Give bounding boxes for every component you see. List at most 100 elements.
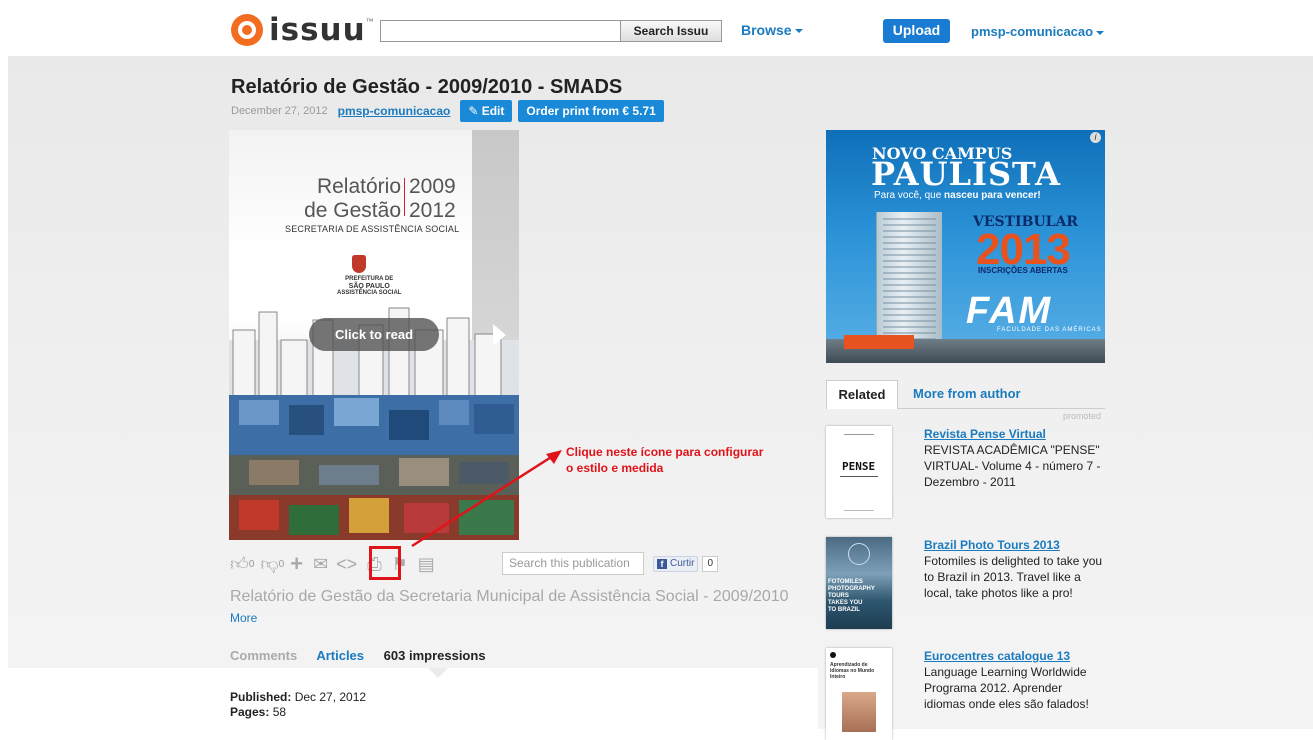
facebook-like-widget[interactable]: f Curtir 0: [653, 556, 719, 572]
related-description: REVISTA ACADÊMICA "PENSE" VIRTUAL- Volum…: [924, 443, 1101, 489]
tab-comments[interactable]: Comments: [230, 648, 297, 663]
published-label: Published:: [230, 690, 292, 704]
search-input[interactable]: [380, 20, 620, 42]
facebook-like-count: 0: [702, 556, 719, 572]
pencil-icon: ✎: [468, 104, 482, 118]
ad-brand-subtitle: FACULDADE DAS AMÉRICAS: [997, 327, 1102, 333]
cover-prefeitura: PREFEITURA DE SÃO PAULO ASSISTÊNCIA SOCI…: [337, 276, 401, 297]
browse-menu[interactable]: Browse: [741, 22, 803, 38]
ad-storefront-sign: [844, 335, 914, 349]
click-to-read-button[interactable]: Click to read: [309, 318, 439, 351]
more-link[interactable]: More: [230, 611, 257, 625]
ad-tagline-bold: nasceu para vencer!: [944, 190, 1041, 201]
thumbnail-title: PENSE: [842, 460, 876, 473]
cover-year-start: 2009: [409, 175, 456, 198]
related-title-link[interactable]: Eurocentres catalogue 13: [924, 648, 1106, 664]
description-text: Relatório de Gestão da Secretaria Munici…: [230, 588, 789, 605]
related-thumbnail[interactable]: PENSE: [826, 426, 892, 518]
ad-info-icon[interactable]: i: [1090, 132, 1101, 143]
document-meta: December 27, 2012 pmsp-comunicacao ✎ Edi…: [231, 100, 664, 122]
search-publication-input[interactable]: Search this publication: [502, 552, 644, 575]
tab-articles[interactable]: Articles: [316, 648, 364, 663]
promoted-label: promoted: [1063, 411, 1102, 421]
tab-related[interactable]: Related: [826, 380, 898, 409]
pages-label: Pages:: [230, 705, 270, 719]
user-menu[interactable]: pmsp-comunicacao: [971, 24, 1105, 39]
annotation-callout: Clique neste ícone para configurar o est…: [566, 444, 763, 476]
dislike-count: 0: [278, 558, 285, 570]
cover-title-line1: Relatório: [316, 175, 401, 198]
edit-label: Edit: [481, 104, 505, 118]
details-panel: [8, 668, 818, 729]
ad-tagline-prefix: Para você, que: [874, 190, 945, 201]
order-print-button[interactable]: Order print from € 5.71: [518, 100, 664, 122]
annotation-line1: Clique neste ícone para configurar: [566, 445, 764, 459]
next-page-arrow-icon[interactable]: [493, 324, 506, 346]
logo-trademark: ™: [365, 17, 374, 26]
related-text: Eurocentres catalogue 13 Language Learni…: [924, 648, 1106, 712]
chevron-down-icon: [1096, 30, 1105, 35]
published-value: Dec 27, 2012: [294, 690, 367, 704]
like-count: 0: [248, 558, 255, 570]
logo-text: issuu: [269, 12, 366, 48]
thumbs-down-icon[interactable]: 👎︎: [260, 554, 278, 574]
add-icon[interactable]: +: [290, 553, 303, 575]
related-description: Fotomiles is delighted to take you to Br…: [924, 554, 1103, 600]
page-title: Relatório de Gestão - 2009/2010 - SMADS: [231, 76, 623, 98]
document-description: Relatório de Gestão da Secretaria Munici…: [230, 586, 800, 629]
embed-icon-highlight: [369, 546, 401, 580]
thumbs-up-icon[interactable]: 👍︎: [230, 554, 249, 574]
related-title-link[interactable]: Revista Pense Virtual: [924, 426, 1106, 442]
cover-title-line2: de Gestão: [304, 199, 401, 222]
action-toolbar: 👍︎ 0 👎︎ 0 + ✉ <> ⎙ ⚑ ▤: [230, 552, 435, 576]
edit-button[interactable]: ✎ Edit: [460, 100, 513, 122]
active-tab-pointer: [428, 668, 448, 678]
download-icon[interactable]: ▤: [418, 554, 435, 574]
annotation-line2: o estilo e medida: [566, 461, 664, 475]
cover-title-left: Relatório de Gestão: [285, 175, 401, 223]
top-navigation-bar: issuu ™ Search Issuu Browse Upload pmsp-…: [0, 0, 1313, 56]
author-link[interactable]: pmsp-comunicacao: [338, 104, 451, 118]
issuu-logo-icon: [231, 14, 263, 46]
email-icon[interactable]: ✉: [313, 554, 328, 574]
related-text: Brazil Photo Tours 2013 Fotomiles is del…: [924, 537, 1106, 601]
issuu-logo[interactable]: issuu ™: [231, 12, 374, 48]
cover-pref-line3: ASSISTÊNCIA SOCIAL: [337, 290, 402, 296]
facebook-icon: f: [657, 559, 667, 569]
tab-impressions[interactable]: 603 impressions: [384, 648, 486, 663]
ad-tagline: Para você, que nasceu para vencer!: [874, 190, 1041, 201]
publication-details: Published: Dec 27, 2012 Pages: 58: [230, 690, 366, 720]
cover-pref-line1: PREFEITURA DE: [345, 276, 394, 282]
related-thumbnail[interactable]: Aprendizado de idiomas no Mundo Inteiro: [826, 648, 892, 740]
pages-row: Pages: 58: [230, 705, 366, 720]
thumbnail-title: FOTOMILES PHOTOGRAPHY TOURS TAKES YOU TO…: [828, 579, 875, 613]
annotation-arrow: [411, 450, 562, 548]
publish-date: December 27, 2012: [231, 105, 328, 117]
cover-years: 2009 2012: [409, 175, 456, 223]
chevron-down-icon: [794, 29, 803, 34]
related-description: Language Learning Worldwide Programa 201…: [924, 665, 1089, 711]
upload-button[interactable]: Upload: [883, 19, 950, 43]
search-button[interactable]: Search Issuu: [620, 20, 722, 42]
related-text: Revista Pense Virtual REVISTA ACADÊMICA …: [924, 426, 1106, 490]
cover-divider: [404, 178, 405, 216]
embed-code-icon[interactable]: <>: [336, 554, 357, 574]
tab-more-from-author[interactable]: More from author: [913, 380, 1021, 408]
prefeitura-crest-icon: [352, 255, 366, 273]
facebook-like-button[interactable]: f Curtir: [653, 556, 699, 572]
advertisement-banner[interactable]: i NOVO CAMPUS PAULISTA Para você, que na…: [826, 130, 1105, 363]
published-row: Published: Dec 27, 2012: [230, 690, 366, 705]
ad-inscricoes: INSCRIÇÕES ABERTAS: [978, 266, 1068, 275]
ad-building-image: [876, 212, 942, 352]
facebook-like-label: Curtir: [670, 558, 695, 569]
cover-pref-line2: SÃO PAULO: [348, 283, 390, 290]
user-name: pmsp-comunicacao: [971, 24, 1094, 39]
cover-subtitle: SECRETARIA DE ASSISTÊNCIA SOCIAL: [285, 224, 460, 234]
cover-year-end: 2012: [409, 199, 456, 222]
related-title-link[interactable]: Brazil Photo Tours 2013: [924, 537, 1106, 553]
pages-value: 58: [272, 705, 287, 719]
related-thumbnail[interactable]: FOTOMILES PHOTOGRAPHY TOURS TAKES YOU TO…: [826, 537, 892, 629]
ad-headline-large: PAULISTA: [871, 155, 1061, 193]
related-tabs: Related More from author: [826, 380, 1105, 409]
thumbnail-title: Aprendizado de idiomas no Mundo Inteiro: [830, 662, 875, 680]
